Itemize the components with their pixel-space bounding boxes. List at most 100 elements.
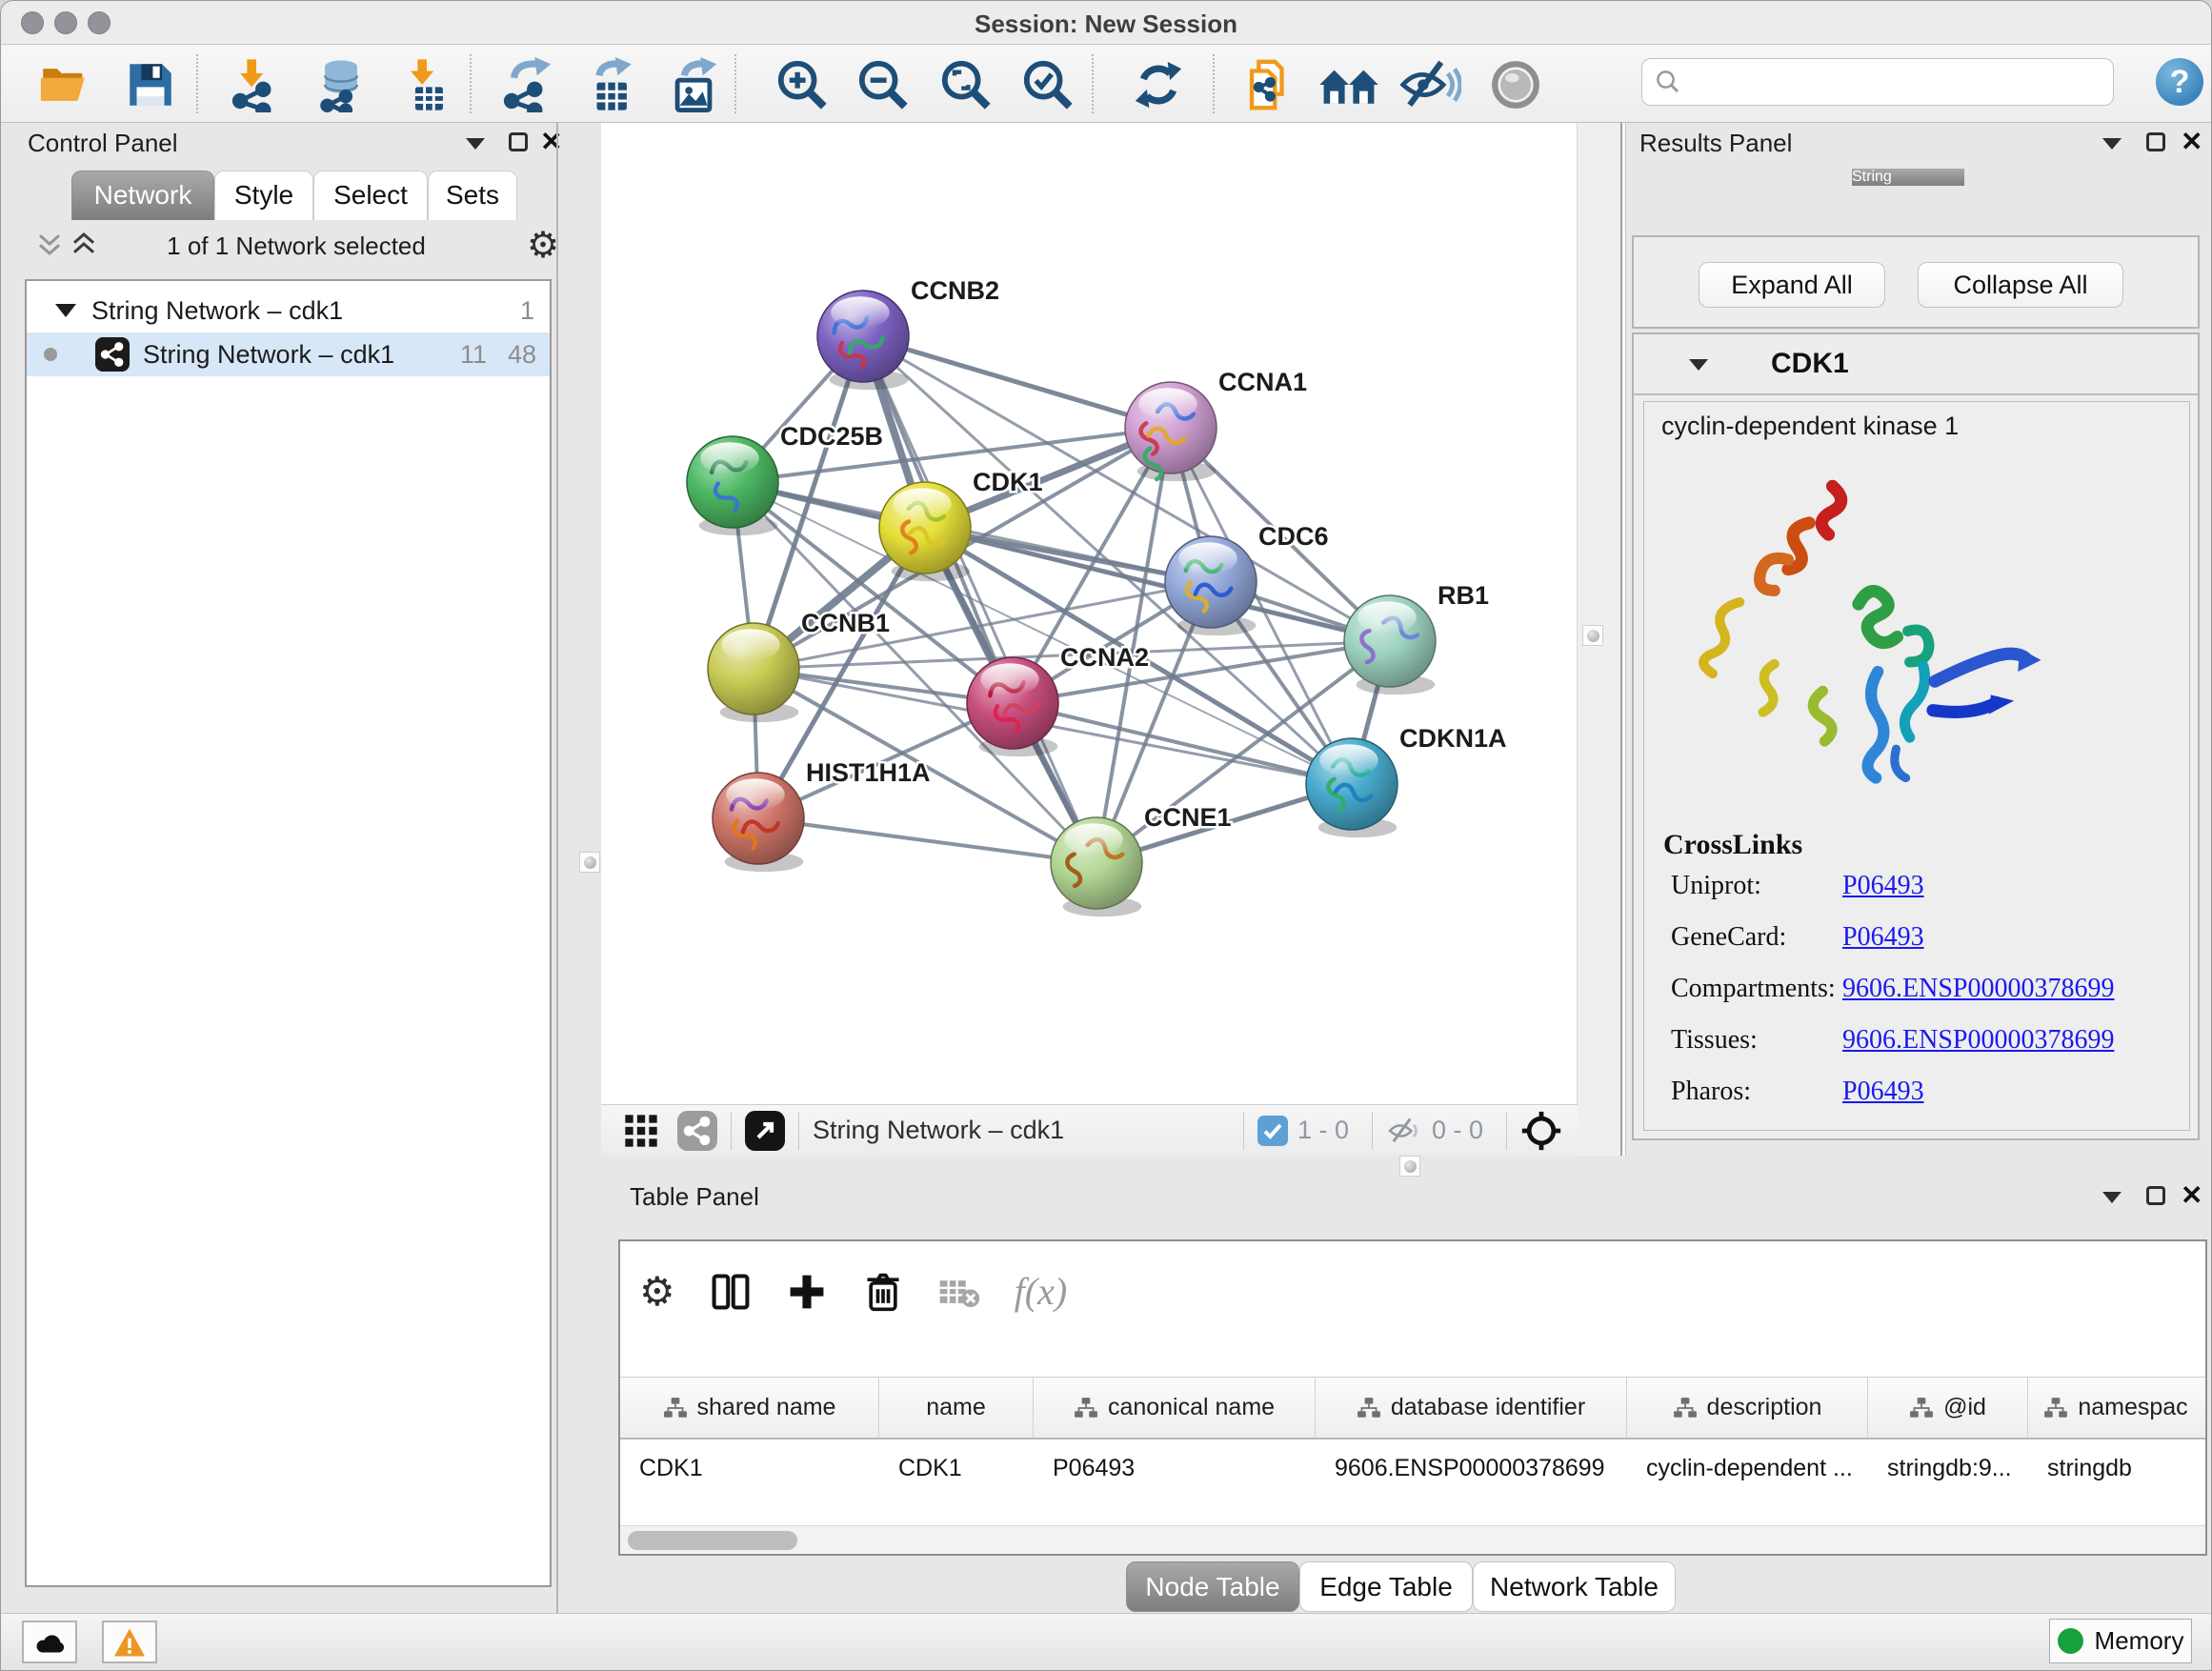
- table-cell[interactable]: stringdb: [2028, 1441, 2203, 1495]
- scrollbar-thumb[interactable]: [628, 1531, 797, 1550]
- delete-table-icon[interactable]: [938, 1271, 980, 1313]
- network-node-ccnb1[interactable]: [708, 623, 799, 722]
- cloud-status-button[interactable]: [22, 1621, 77, 1663]
- table-cell[interactable]: 9606.ENSP00000378699: [1316, 1441, 1627, 1495]
- export-image-button[interactable]: [662, 57, 725, 112]
- tab-style[interactable]: Style: [214, 171, 313, 220]
- export-table-button[interactable]: [579, 57, 642, 112]
- zoom-fit-button[interactable]: [935, 57, 997, 112]
- network-node-hist1h1a[interactable]: [713, 773, 804, 872]
- table-panel-float-icon[interactable]: [2146, 1186, 2165, 1205]
- memory-button[interactable]: Memory: [2049, 1619, 2192, 1663]
- grid-view-icon[interactable]: [622, 1112, 660, 1150]
- collapse-all-tree-icon[interactable]: [35, 230, 64, 258]
- birds-eye-crosshair-icon[interactable]: [1520, 1110, 1562, 1152]
- warnings-button[interactable]: [102, 1621, 157, 1663]
- first-neighbors-button[interactable]: [1317, 57, 1380, 112]
- control-panel-float-icon[interactable]: [509, 132, 528, 151]
- right-splitter-handle[interactable]: [1582, 625, 1603, 646]
- network-node-rb1[interactable]: [1344, 595, 1436, 695]
- column-header-id[interactable]: @id: [1868, 1378, 2028, 1438]
- network-canvas[interactable]: CCNB2CCNA1CDC25BCDK1CDC6RB1CCNB1CCNA2CDK…: [601, 123, 1578, 1104]
- table-cell[interactable]: P06493: [1034, 1441, 1316, 1495]
- column-header-shared-name[interactable]: shared name: [620, 1378, 879, 1438]
- share-view-icon[interactable]: [677, 1111, 717, 1151]
- right-splitter[interactable]: [1620, 123, 1626, 1156]
- tab-network[interactable]: Network: [71, 171, 214, 220]
- table-cell[interactable]: CDK1: [620, 1441, 879, 1495]
- create-column-plus-icon[interactable]: [786, 1271, 828, 1313]
- refresh-button[interactable]: [1127, 57, 1190, 112]
- left-splitter[interactable]: [556, 123, 558, 1613]
- import-network-from-file-button[interactable]: [225, 57, 288, 112]
- column-header-canonical-name[interactable]: canonical name: [1034, 1378, 1316, 1438]
- table-horizontal-scrollbar[interactable]: [620, 1525, 2205, 1554]
- network-node-ccna1[interactable]: [1125, 382, 1217, 481]
- crosslink-pharos-link[interactable]: P06493: [1842, 1077, 1924, 1106]
- crosslink-uniprot-link[interactable]: P06493: [1842, 871, 1924, 900]
- zoom-in-button[interactable]: [771, 57, 834, 112]
- hide-selected-button[interactable]: [1398, 57, 1461, 112]
- table-row[interactable]: CDK1 CDK1 P06493 9606.ENSP00000378699 cy…: [620, 1441, 2205, 1495]
- column-header-namespace[interactable]: namespac: [2028, 1378, 2203, 1438]
- save-session-button[interactable]: [119, 57, 182, 112]
- help-button[interactable]: ?: [2156, 58, 2203, 106]
- show-columns-icon[interactable]: [710, 1271, 752, 1313]
- tree-expander-icon[interactable]: [55, 304, 76, 317]
- left-splitter-handle[interactable]: [579, 852, 600, 873]
- results-panel-float-icon[interactable]: [2146, 132, 2165, 151]
- gene-header-row[interactable]: CDK1: [1634, 334, 2198, 395]
- import-network-from-database-button[interactable]: [310, 57, 372, 112]
- selected-checkbox-icon[interactable]: [1257, 1116, 1288, 1146]
- delete-column-trash-icon[interactable]: [862, 1271, 904, 1313]
- tab-node-table[interactable]: Node Table: [1126, 1561, 1299, 1612]
- column-header-database-identifier[interactable]: database identifier: [1316, 1378, 1627, 1438]
- table-options-gear-icon[interactable]: ⚙: [639, 1268, 675, 1315]
- zoom-selected-button[interactable]: [1016, 57, 1079, 112]
- network-collection-row[interactable]: String Network – cdk1 1: [27, 289, 550, 332]
- tab-string[interactable]: String: [1852, 169, 1964, 186]
- network-panel-options-gear-icon[interactable]: ⚙: [527, 224, 559, 267]
- table-panel-close-icon[interactable]: ✕: [2181, 1186, 2202, 1205]
- horizontal-splitter-handle[interactable]: [1399, 1156, 1420, 1177]
- control-panel-menu-icon[interactable]: [466, 138, 485, 150]
- network-node-cdc6[interactable]: [1165, 536, 1257, 635]
- open-folder-icon: [32, 57, 95, 112]
- open-session-button[interactable]: [32, 57, 95, 112]
- collapse-all-button[interactable]: Collapse All: [1918, 262, 2123, 308]
- control-panel-close-icon[interactable]: ✕: [540, 132, 562, 151]
- import-table-button[interactable]: [395, 57, 458, 112]
- tab-network-table[interactable]: Network Table: [1473, 1561, 1676, 1612]
- crosslink-genecard-link[interactable]: P06493: [1842, 922, 1924, 952]
- open-in-new-window-icon[interactable]: [745, 1111, 785, 1151]
- table-cell[interactable]: stringdb:9...: [1868, 1441, 2028, 1495]
- toggle-graphics-details-button[interactable]: [1484, 57, 1547, 112]
- network-node-ccne1[interactable]: [1051, 817, 1142, 916]
- network-node-ccnb2[interactable]: [817, 291, 909, 390]
- network-node-cdk1[interactable]: [879, 482, 971, 581]
- table-panel-menu-icon[interactable]: [2102, 1192, 2122, 1203]
- expand-all-tree-icon[interactable]: [70, 230, 98, 258]
- crosslink-label: GeneCard:: [1671, 922, 1842, 953]
- gene-collapse-icon[interactable]: [1689, 359, 1708, 371]
- network-row-selected[interactable]: String Network – cdk1 11 48: [27, 332, 550, 376]
- column-header-description[interactable]: description: [1627, 1378, 1868, 1438]
- column-header-name[interactable]: name: [879, 1378, 1034, 1438]
- table-cell[interactable]: cyclin-dependent ...: [1627, 1441, 1868, 1495]
- table-cell[interactable]: CDK1: [879, 1441, 1034, 1495]
- results-panel-close-icon[interactable]: ✕: [2181, 132, 2202, 151]
- tab-select[interactable]: Select: [313, 171, 428, 220]
- zoom-out-button[interactable]: [852, 57, 915, 112]
- network-node-cdkn1a[interactable]: [1306, 738, 1398, 837]
- crosslink-compartments-link[interactable]: 9606.ENSP00000378699: [1842, 974, 2114, 1003]
- tab-sets[interactable]: Sets: [428, 171, 517, 220]
- duplicate-network-button[interactable]: [1237, 57, 1299, 112]
- crosslink-tissues-link[interactable]: 9606.ENSP00000378699: [1842, 1025, 2114, 1055]
- function-builder-fx-icon[interactable]: f(x): [1015, 1269, 1068, 1314]
- expand-all-button[interactable]: Expand All: [1699, 262, 1885, 308]
- export-network-button[interactable]: [496, 57, 559, 112]
- results-panel-menu-icon[interactable]: [2102, 138, 2122, 150]
- search-input[interactable]: [1692, 68, 2101, 96]
- network-node-cdc25b[interactable]: [687, 436, 778, 535]
- tab-edge-table[interactable]: Edge Table: [1299, 1561, 1473, 1612]
